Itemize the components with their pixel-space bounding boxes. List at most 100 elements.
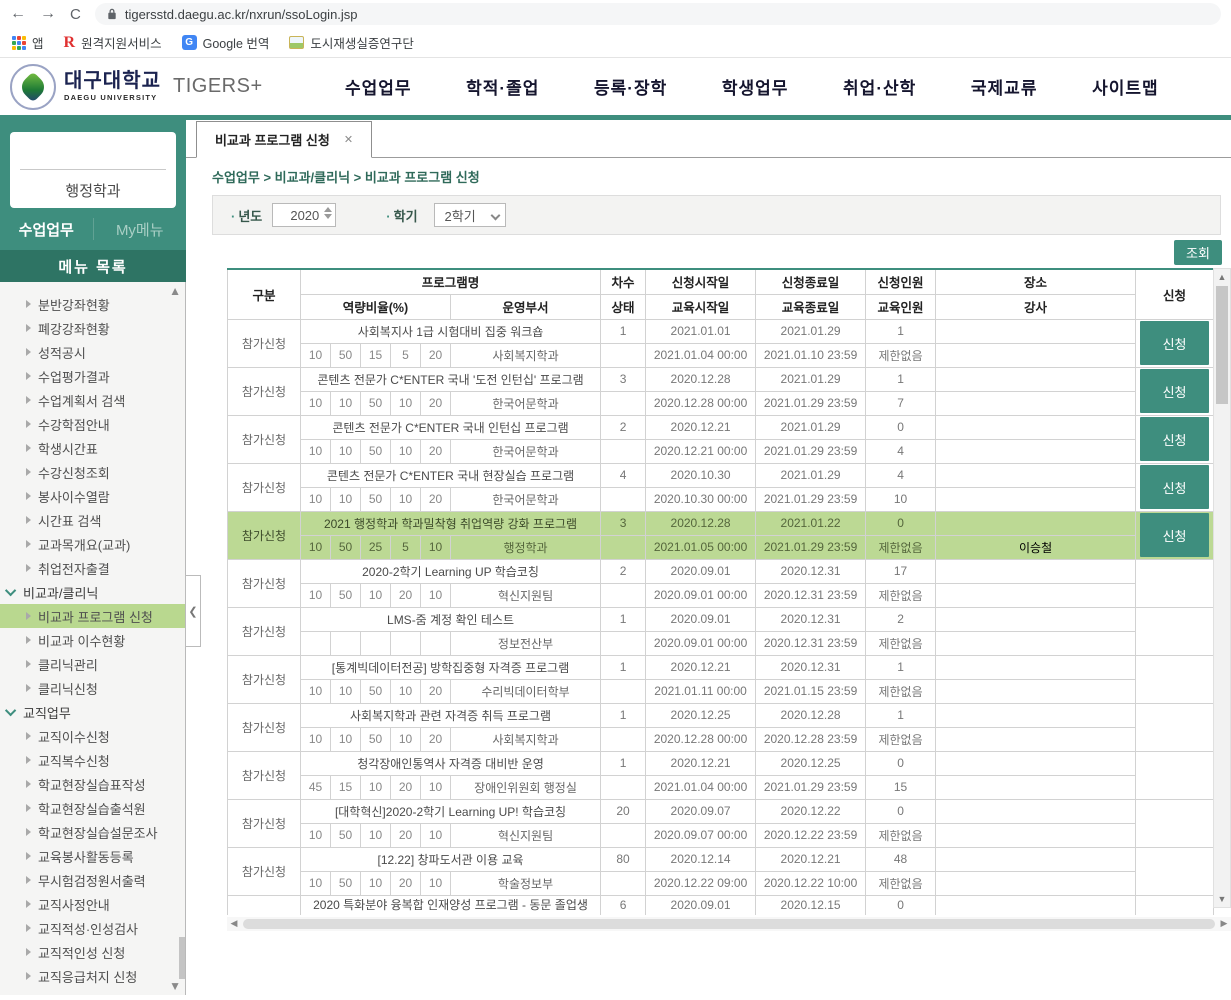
- tab-course-work[interactable]: 수업업무: [0, 219, 93, 240]
- col-apply-end: 신청종료일: [756, 269, 866, 294]
- cell-apply-count: 0: [866, 751, 936, 775]
- top-nav-item[interactable]: 취업·산학: [843, 74, 916, 99]
- sidebar-item[interactable]: 교직사정안내: [0, 892, 185, 916]
- cell-ratio: 10: [301, 343, 331, 367]
- bookmark-apps[interactable]: 앱: [12, 33, 44, 52]
- lock-icon: [107, 8, 117, 20]
- sidebar-group[interactable]: 교직업무: [0, 700, 185, 724]
- cell-apply-count: 0: [866, 799, 936, 823]
- sidebar-collapse-handle[interactable]: ❮: [185, 575, 201, 647]
- apply-button[interactable]: 신청: [1140, 465, 1209, 509]
- apply-button[interactable]: 신청: [1140, 513, 1209, 557]
- reload-icon[interactable]: C: [70, 7, 81, 22]
- cell-ratio: 5: [391, 343, 421, 367]
- top-nav-item[interactable]: 수업업무: [345, 74, 412, 99]
- sidebar-group[interactable]: 비교과/클리닉: [0, 580, 185, 604]
- cell-apply: [1136, 799, 1214, 847]
- sidebar-item[interactable]: 학교현장실습표작성: [0, 772, 185, 796]
- sidebar-item[interactable]: 봉사이수열람: [0, 484, 185, 508]
- sidebar-item[interactable]: 학교현장실습설문조사: [0, 820, 185, 844]
- menu-scrollbar-thumb[interactable]: [179, 937, 185, 979]
- top-nav-item[interactable]: 국제교류: [971, 74, 1038, 99]
- cell-program-name: 2021 행정학과 학과밀착형 취업역량 강화 프로그램: [301, 511, 601, 535]
- sidebar-item[interactable]: 수업계획서 검색: [0, 388, 185, 412]
- menu-scroll-down-icon[interactable]: ▼: [169, 979, 181, 993]
- tab-my-menu[interactable]: My메뉴: [94, 219, 187, 240]
- sidebar-item[interactable]: 클리닉관리: [0, 652, 185, 676]
- sidebar-item[interactable]: 교직복수신청: [0, 748, 185, 772]
- apply-button[interactable]: 신청: [1140, 369, 1209, 413]
- scroll-down-icon[interactable]: ▼: [1214, 891, 1230, 907]
- address-bar[interactable]: tigersstd.daegu.ac.kr/nxrun/ssoLogin.jsp: [95, 3, 1221, 25]
- menu-scroll-up-icon[interactable]: ▲: [169, 284, 181, 298]
- bookmark-research-group[interactable]: 도시재생실증연구단: [289, 33, 414, 52]
- sidebar-item-label: 교직적성·인성검사: [38, 919, 138, 938]
- sidebar-item[interactable]: 분반강좌현황: [0, 292, 185, 316]
- sidebar-item[interactable]: 교직적인성 신청: [0, 940, 185, 964]
- sidebar-item[interactable]: 폐강강좌현황: [0, 316, 185, 340]
- sidebar-item[interactable]: 취업전자출결: [0, 556, 185, 580]
- sidebar-item-label: 수업계획서 검색: [38, 391, 125, 410]
- sidebar-item[interactable]: 교과목개요(교과): [0, 532, 185, 556]
- table-row: 참가신청[12.22] 창파도서관 이용 교육802020.12.142020.…: [228, 847, 1214, 871]
- cell-edu-start: 2020.09.01 00:00: [646, 583, 756, 607]
- forward-icon[interactable]: →: [40, 6, 56, 22]
- search-button[interactable]: 조회: [1174, 240, 1222, 265]
- bookmark-remote-support[interactable]: R 원격지원서비스: [64, 33, 162, 52]
- cell-ratio: 10: [421, 535, 451, 559]
- search-row: 조회: [186, 235, 1231, 268]
- semester-select[interactable]: 2학기: [434, 203, 506, 227]
- cell-ratio: 10: [301, 439, 331, 463]
- university-name-en: DAEGU UNIVERSITY: [64, 94, 161, 102]
- vertical-scrollbar-thumb[interactable]: [1216, 286, 1228, 404]
- top-nav-item[interactable]: 학적·졸업: [466, 74, 539, 99]
- table-horizontal-scrollbar[interactable]: ◀ ▶: [227, 917, 1231, 931]
- sidebar-item[interactable]: 클리닉신청: [0, 676, 185, 700]
- apply-button[interactable]: 신청: [1140, 417, 1209, 461]
- cell-apply-start: 2020.10.30: [646, 463, 756, 487]
- cell-apply-count: 1: [866, 655, 936, 679]
- triangle-right-icon: [26, 732, 31, 740]
- sidebar-item[interactable]: 시간표 검색: [0, 508, 185, 532]
- bookmark-google-translate[interactable]: G Google 번역: [182, 33, 270, 52]
- top-nav-item[interactable]: 사이트맵: [1092, 74, 1159, 99]
- sidebar-item[interactable]: 교직응급처지 신청: [0, 964, 185, 988]
- sidebar-item[interactable]: 수강학점안내: [0, 412, 185, 436]
- sidebar-item[interactable]: 비교과 프로그램 신청: [0, 604, 185, 628]
- sidebar-item-label: 비교과 프로그램 신청: [38, 607, 153, 626]
- cell-place: [936, 559, 1136, 583]
- sidebar-item[interactable]: 교직적성·인성검사: [0, 916, 185, 940]
- university-logo[interactable]: 대구대학교 DAEGU UNIVERSITY TIGERS+: [10, 64, 263, 110]
- page-tab-active[interactable]: 비교과 프로그램 신청 ✕: [196, 121, 372, 158]
- sidebar-item[interactable]: 학생시간표: [0, 436, 185, 460]
- sidebar-item-label: 학교현장실습표작성: [38, 775, 146, 794]
- spinner-icon[interactable]: [324, 207, 332, 219]
- sidebar-item[interactable]: 수강신청조회: [0, 460, 185, 484]
- sidebar-item[interactable]: 교육봉사활동등록: [0, 844, 185, 868]
- cell-edu-start: 2020.12.28 00:00: [646, 727, 756, 751]
- scroll-right-icon[interactable]: ▶: [1217, 918, 1231, 929]
- sidebar-item[interactable]: 무시험검정원서출력: [0, 868, 185, 892]
- cell-ratio: 20: [421, 391, 451, 415]
- triangle-right-icon: [26, 516, 31, 524]
- scroll-left-icon[interactable]: ◀: [227, 918, 241, 929]
- sidebar-item[interactable]: 비교과 이수현황: [0, 628, 185, 652]
- sidebar-item[interactable]: 수업평가결과: [0, 364, 185, 388]
- scroll-up-icon[interactable]: ▲: [1214, 269, 1230, 285]
- col-ratio: 역량비율(%): [301, 294, 451, 319]
- top-nav-item[interactable]: 등록·장학: [594, 74, 667, 99]
- sidebar-item[interactable]: 학교현장실습출석원: [0, 796, 185, 820]
- close-icon[interactable]: ✕: [344, 133, 353, 146]
- cell-place: [936, 703, 1136, 727]
- sidebar-item-label: 수강학점안내: [38, 415, 110, 434]
- back-icon[interactable]: ←: [10, 6, 26, 22]
- table-vertical-scrollbar[interactable]: ▲ ▼: [1213, 268, 1231, 908]
- top-nav-item[interactable]: 학생업무: [722, 74, 789, 99]
- sidebar-item-label: 폐강강좌현황: [38, 319, 110, 338]
- year-input[interactable]: 2020: [272, 203, 336, 227]
- horizontal-scrollbar-thumb[interactable]: [243, 919, 1215, 929]
- sidebar-item[interactable]: 성적공시: [0, 340, 185, 364]
- apply-button[interactable]: 신청: [1140, 321, 1209, 365]
- cell-ratio: 10: [331, 439, 361, 463]
- sidebar-item[interactable]: 교직이수신청: [0, 724, 185, 748]
